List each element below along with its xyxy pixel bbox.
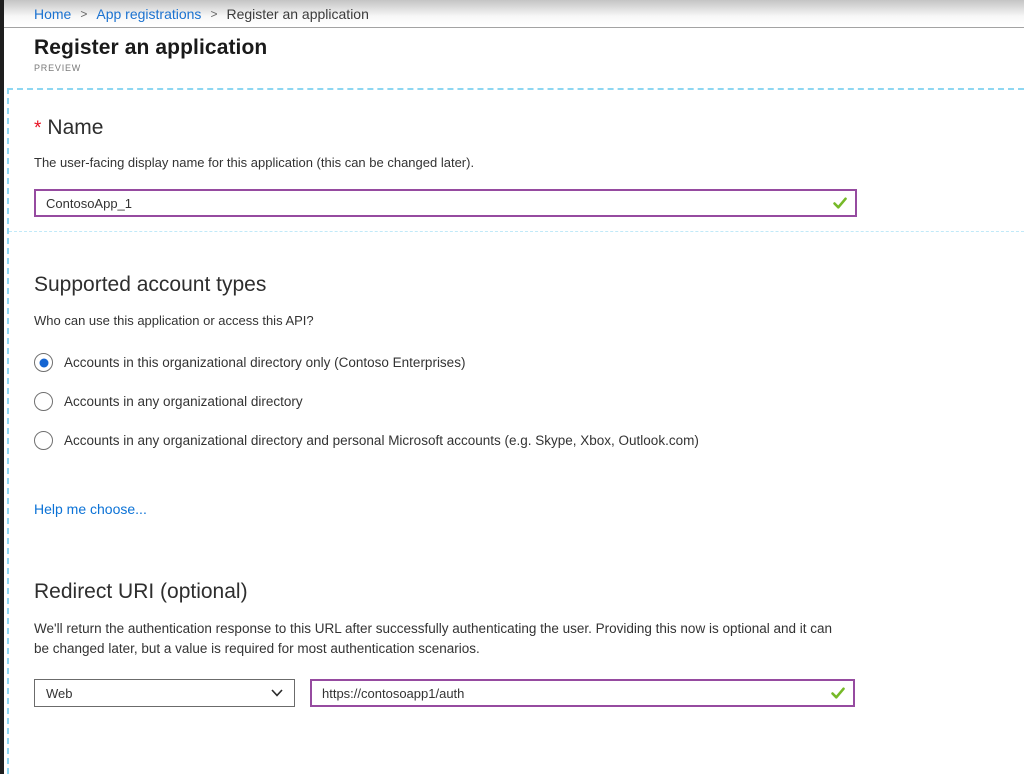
breadcrumb-current-page: Register an application	[226, 6, 368, 22]
radio-button[interactable]	[34, 392, 53, 411]
account-types-question: Who can use this application or access t…	[34, 313, 1024, 328]
radio-option-this-directory-only[interactable]: Accounts in this organizational director…	[34, 353, 1024, 372]
account-types-title: Supported account types	[34, 273, 1024, 297]
register-application-page: Home > App registrations > Register an a…	[4, 0, 1024, 774]
radio-option-label: Accounts in this organizational director…	[64, 355, 465, 370]
radio-option-any-directory-and-personal[interactable]: Accounts in any organizational directory…	[34, 431, 1024, 450]
page-title: Register an application	[34, 36, 1024, 60]
redirect-type-dropdown[interactable]: Web	[34, 679, 295, 707]
account-types-radio-group: Accounts in this organizational director…	[34, 353, 1024, 450]
name-section: * Name The user-facing display name for t…	[34, 116, 1024, 232]
name-description: The user-facing display name for this ap…	[34, 155, 1024, 170]
radio-option-any-directory[interactable]: Accounts in any organizational directory	[34, 392, 1024, 411]
blade-header: Register an application PREVIEW	[4, 28, 1024, 88]
redirect-type-value: Web	[46, 686, 73, 701]
radio-option-label: Accounts in any organizational directory	[64, 394, 303, 409]
name-input[interactable]	[34, 189, 857, 217]
redirect-uri-description: We'll return the authentication response…	[34, 619, 840, 658]
redirect-uri-title: Redirect URI (optional)	[34, 580, 1024, 604]
window-edge-bar	[0, 0, 4, 774]
breadcrumb-home-link[interactable]: Home	[34, 6, 71, 22]
redirect-uri-controls: Web	[34, 679, 1024, 707]
supported-account-types-section: Supported account types Who can use this…	[34, 273, 1024, 519]
radio-button[interactable]	[34, 431, 53, 450]
blade-content: * Name The user-facing display name for t…	[7, 88, 1024, 774]
chevron-down-icon	[271, 689, 283, 697]
redirect-uri-input-container	[310, 679, 855, 707]
name-section-title: * Name	[34, 116, 1024, 140]
breadcrumb: Home > App registrations > Register an a…	[4, 0, 1024, 28]
name-input-container	[34, 189, 857, 217]
redirect-uri-input[interactable]	[310, 679, 855, 707]
breadcrumb-separator: >	[210, 7, 217, 21]
radio-option-label: Accounts in any organizational directory…	[64, 433, 699, 448]
required-marker: *	[34, 118, 41, 139]
preview-badge: PREVIEW	[34, 63, 1024, 73]
radio-button-selected[interactable]	[34, 353, 53, 372]
breadcrumb-separator: >	[80, 7, 87, 21]
breadcrumb-app-registrations-link[interactable]: App registrations	[96, 6, 201, 22]
valid-check-icon	[832, 195, 848, 211]
name-section-title-text: Name	[47, 116, 103, 139]
help-me-choose-link[interactable]: Help me choose...	[34, 501, 147, 517]
valid-check-icon	[830, 685, 846, 701]
section-divider	[9, 231, 1024, 232]
redirect-uri-section: Redirect URI (optional) We'll return the…	[34, 580, 1024, 707]
